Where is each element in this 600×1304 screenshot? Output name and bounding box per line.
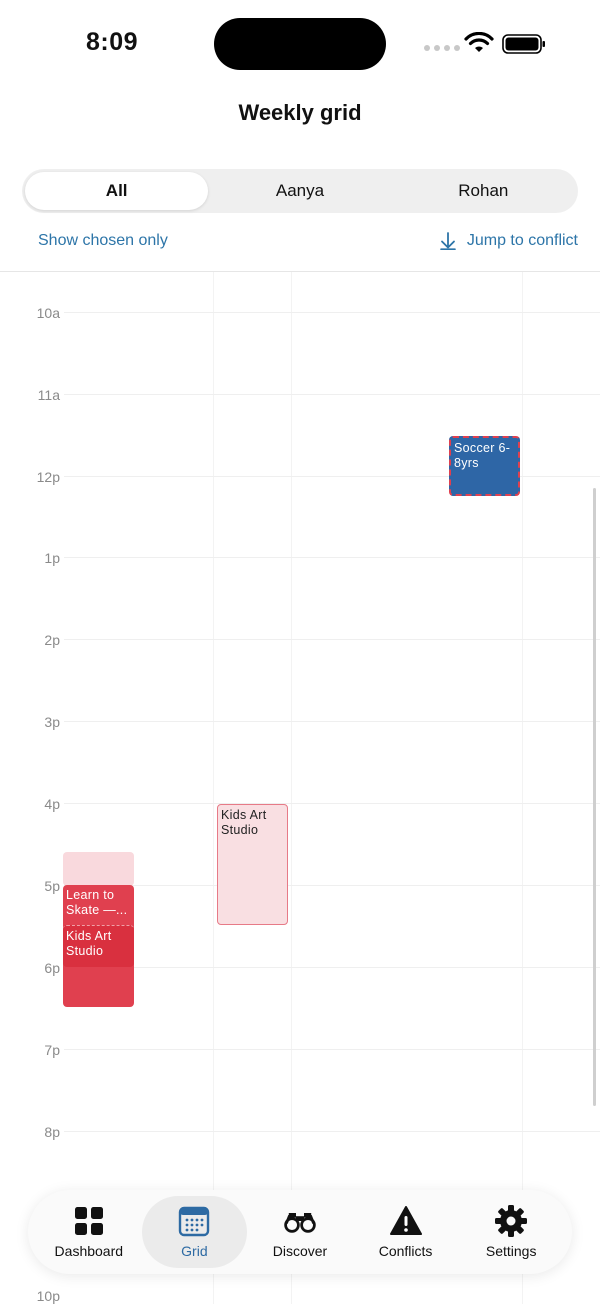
page-title: Weekly grid	[238, 100, 362, 125]
hour-gridline	[64, 803, 600, 804]
tab-grid[interactable]: Grid	[141, 1196, 248, 1268]
hour-label: 11a	[37, 387, 60, 403]
tab-bar: Dashboard Grid Discover Conflicts Settin…	[28, 1190, 572, 1274]
arrow-down-icon	[440, 232, 456, 250]
hour-gridline	[64, 967, 600, 968]
warning-icon	[389, 1206, 422, 1235]
wifi-icon	[464, 32, 494, 52]
jump-to-conflict-label: Jump to conflict	[466, 232, 578, 249]
person-filter-segmented-control: All Aanya Rohan	[22, 169, 578, 213]
event-soccer[interactable]: Soccer 6-8yrs	[449, 436, 520, 496]
status-time: 8:09	[86, 28, 139, 56]
grid-actions-row: Show chosen only Jump to conflict	[0, 228, 600, 258]
show-chosen-only-link[interactable]: Show chosen only	[38, 232, 168, 250]
tab-settings[interactable]: Settings	[458, 1196, 564, 1268]
jump-to-conflict-link[interactable]: Jump to conflict	[439, 232, 578, 250]
hour-label: 8p	[44, 1124, 60, 1140]
dynamic-island	[214, 18, 386, 70]
hour-gridline	[64, 1049, 600, 1050]
grid-scrollbar[interactable]	[593, 488, 596, 1106]
tab-label: Grid	[181, 1243, 208, 1259]
tab-label: Settings	[485, 1243, 537, 1259]
day-column-divider	[291, 272, 292, 1304]
hour-gridline	[64, 721, 600, 722]
gear-icon	[495, 1205, 528, 1237]
day-column-divider	[213, 272, 214, 1304]
event-kids-art-studio-conflict[interactable]: Kids Art Studio	[63, 925, 134, 967]
hour-label: 3p	[44, 714, 60, 730]
tab-label: Conflicts	[378, 1243, 433, 1259]
tab-dashboard[interactable]: Dashboard	[36, 1196, 142, 1268]
hour-label: 12p	[36, 469, 60, 485]
hour-gridline	[64, 1131, 600, 1132]
hour-label: 10p	[36, 1288, 60, 1304]
hour-label: 7p	[44, 1042, 60, 1058]
hour-gridline	[64, 639, 600, 640]
hour-label: 1p	[44, 550, 60, 566]
hour-label: 4p	[44, 796, 60, 812]
cellular-signal-icon	[424, 45, 460, 51]
segment-all[interactable]: All	[25, 172, 209, 210]
day-column-divider	[522, 272, 523, 1304]
hour-gridline	[64, 312, 600, 313]
weekly-grid[interactable]: 10a 11a 12p 1p 2p 3p 4p 5p 6p 7p 8p 10p …	[0, 272, 600, 1304]
calendar-icon	[179, 1206, 210, 1237]
tab-conflicts[interactable]: Conflicts	[353, 1196, 459, 1268]
grid-icon	[74, 1207, 103, 1235]
hour-gridline	[64, 394, 600, 395]
tab-label: Dashboard	[54, 1243, 124, 1259]
hour-label: 2p	[44, 632, 60, 648]
battery-icon	[502, 34, 545, 54]
hour-gridline	[64, 557, 600, 558]
event-kids-art-studio[interactable]: Kids Art Studio	[217, 804, 288, 925]
event-placeholder	[63, 852, 134, 886]
tab-label: Discover	[272, 1243, 328, 1259]
hour-gridline	[64, 885, 600, 886]
hour-label: 10a	[36, 305, 60, 321]
status-bar: 8:09	[0, 0, 600, 88]
tab-discover[interactable]: Discover	[247, 1196, 353, 1268]
segment-rohan[interactable]: Rohan	[392, 172, 575, 210]
segment-aanya[interactable]: Aanya	[208, 172, 391, 210]
binoculars-icon	[284, 1213, 316, 1233]
hour-label: 6p	[44, 960, 60, 976]
hour-label: 5p	[44, 878, 60, 894]
